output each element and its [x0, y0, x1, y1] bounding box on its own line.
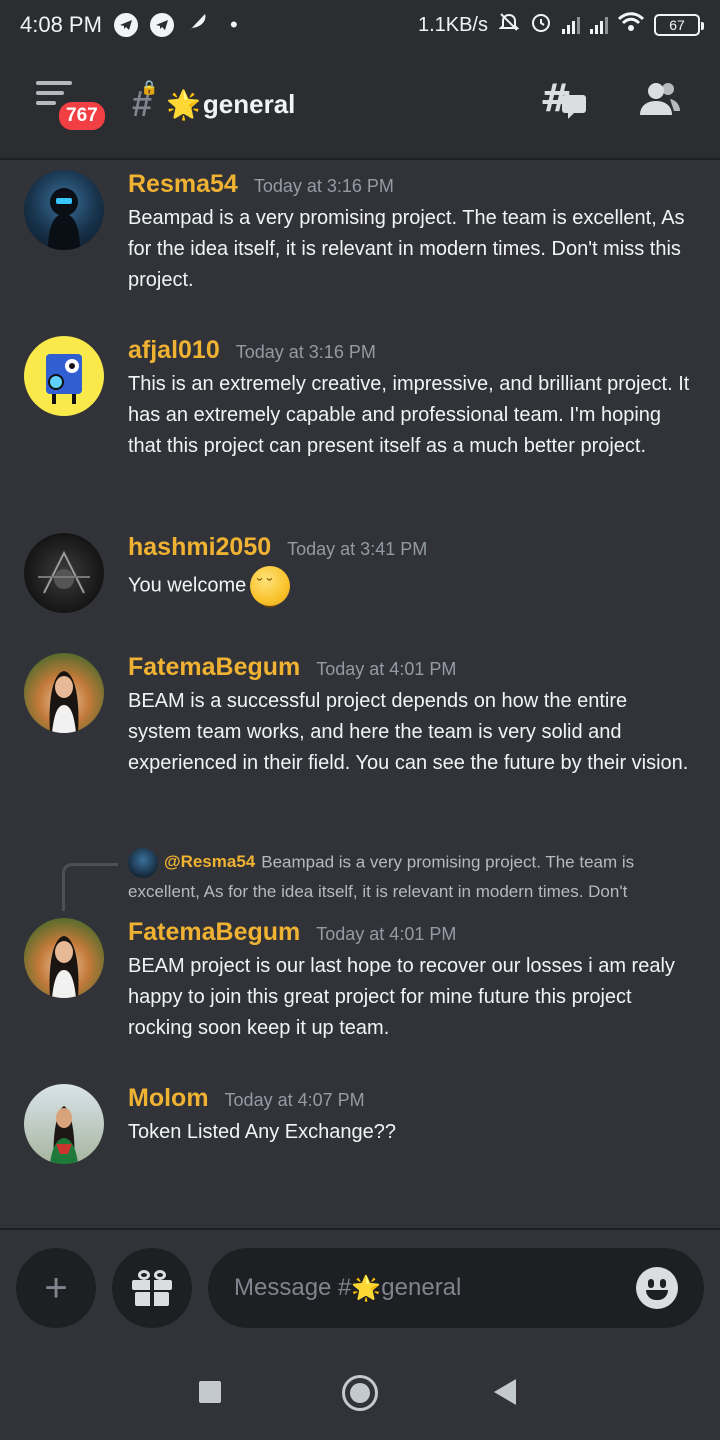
input-placeholder-prefix: Message # — [234, 1274, 352, 1301]
timestamp: Today at 3:16 PM — [235, 342, 376, 362]
message-text: This is an extremely creative, impressiv… — [128, 373, 690, 457]
avatar[interactable] — [24, 918, 104, 998]
input-placeholder-channel: general — [381, 1274, 462, 1301]
username[interactable]: Molom — [128, 1084, 209, 1113]
unread-badge: 767 — [56, 99, 108, 133]
message-text: BEAM is a successful project depends on … — [128, 690, 689, 774]
avatar[interactable] — [24, 653, 104, 733]
locked-channel-icon: # 🔒 — [132, 79, 159, 124]
telegram-icon — [113, 13, 138, 37]
clock: 4:08 PM — [20, 12, 102, 37]
username[interactable]: FatemaBegum — [128, 918, 300, 947]
message-list[interactable]: Resma54 Today at 3:16 PM Beampad is a ve… — [0, 160, 720, 1228]
recent-apps-icon[interactable] — [199, 1381, 221, 1403]
channel-header: 767 # 🔒 🌟 general # — [0, 50, 720, 160]
gift-button[interactable] — [112, 1248, 192, 1328]
battery-level: 67 — [669, 17, 685, 33]
plus-icon: + — [44, 1265, 68, 1310]
message-text: Beampad is a very promising project. The… — [128, 207, 685, 291]
menu-icon — [36, 81, 72, 85]
avatar[interactable] — [24, 533, 104, 613]
system-nav-bar — [0, 1342, 720, 1440]
username[interactable]: afjal010 — [128, 336, 220, 365]
signal-icon — [590, 16, 608, 34]
mute-bell-icon — [498, 11, 520, 39]
timestamp: Today at 4:01 PM — [316, 924, 457, 944]
dot-icon: • — [229, 12, 238, 37]
menu-icon-line — [36, 91, 64, 95]
timestamp: Today at 3:41 PM — [287, 539, 428, 559]
home-icon[interactable] — [342, 1375, 378, 1411]
gift-icon — [132, 1270, 172, 1306]
username[interactable]: FatemaBegum — [128, 653, 300, 682]
add-attachment-button[interactable]: + — [16, 1248, 96, 1328]
message-text-row: You welcome — [128, 566, 696, 615]
username[interactable]: hashmi2050 — [128, 533, 271, 562]
back-icon[interactable] — [494, 1379, 516, 1405]
timestamp: Today at 4:07 PM — [224, 1090, 365, 1110]
emoji-picker-icon[interactable] — [636, 1267, 678, 1309]
alarm-icon — [530, 11, 552, 39]
message-composer: + Message # 🌟 general — [0, 1228, 720, 1342]
network-speed: 1.1KB/s — [417, 13, 488, 36]
menu-button[interactable]: 767 — [36, 79, 108, 133]
reply-avatar — [128, 848, 158, 878]
message-text: You welcome — [128, 574, 247, 597]
avatar[interactable] — [24, 170, 104, 250]
message-text: BEAM project is our last hope to recover… — [128, 955, 675, 1039]
reply-username[interactable]: @Resma54 — [164, 852, 255, 871]
relieved-face-emoji — [250, 566, 291, 615]
timestamp: Today at 4:01 PM — [316, 659, 457, 679]
feather-icon — [186, 11, 208, 39]
signal-icon — [562, 16, 580, 34]
reply-connector — [62, 863, 118, 911]
reply-preview[interactable]: @Resma54 Beampad is a very promising proj… — [128, 848, 688, 905]
wifi-icon — [617, 12, 645, 38]
username[interactable]: Resma54 — [128, 170, 238, 199]
input-placeholder-emoji: 🌟 — [351, 1274, 382, 1302]
timestamp: Today at 3:16 PM — [253, 176, 394, 196]
avatar[interactable] — [24, 336, 104, 416]
message-input[interactable]: Message # 🌟 general — [208, 1248, 704, 1328]
channel-emoji: 🌟 — [166, 88, 201, 120]
members-icon[interactable] — [636, 79, 684, 129]
lock-icon: 🔒 — [140, 79, 159, 95]
avatar[interactable] — [24, 1084, 104, 1164]
channel-name: general — [202, 88, 296, 119]
telegram-icon — [149, 13, 174, 37]
message-text: Token Listed Any Exchange?? — [128, 1121, 396, 1143]
channel-title[interactable]: 🌟 general — [166, 88, 295, 121]
status-bar: 4:08 PM • 1.1KB/s 67 — [0, 0, 720, 50]
menu-icon-line — [36, 101, 56, 105]
threads-icon[interactable]: # — [540, 76, 588, 131]
battery-icon: 67 — [654, 14, 704, 36]
